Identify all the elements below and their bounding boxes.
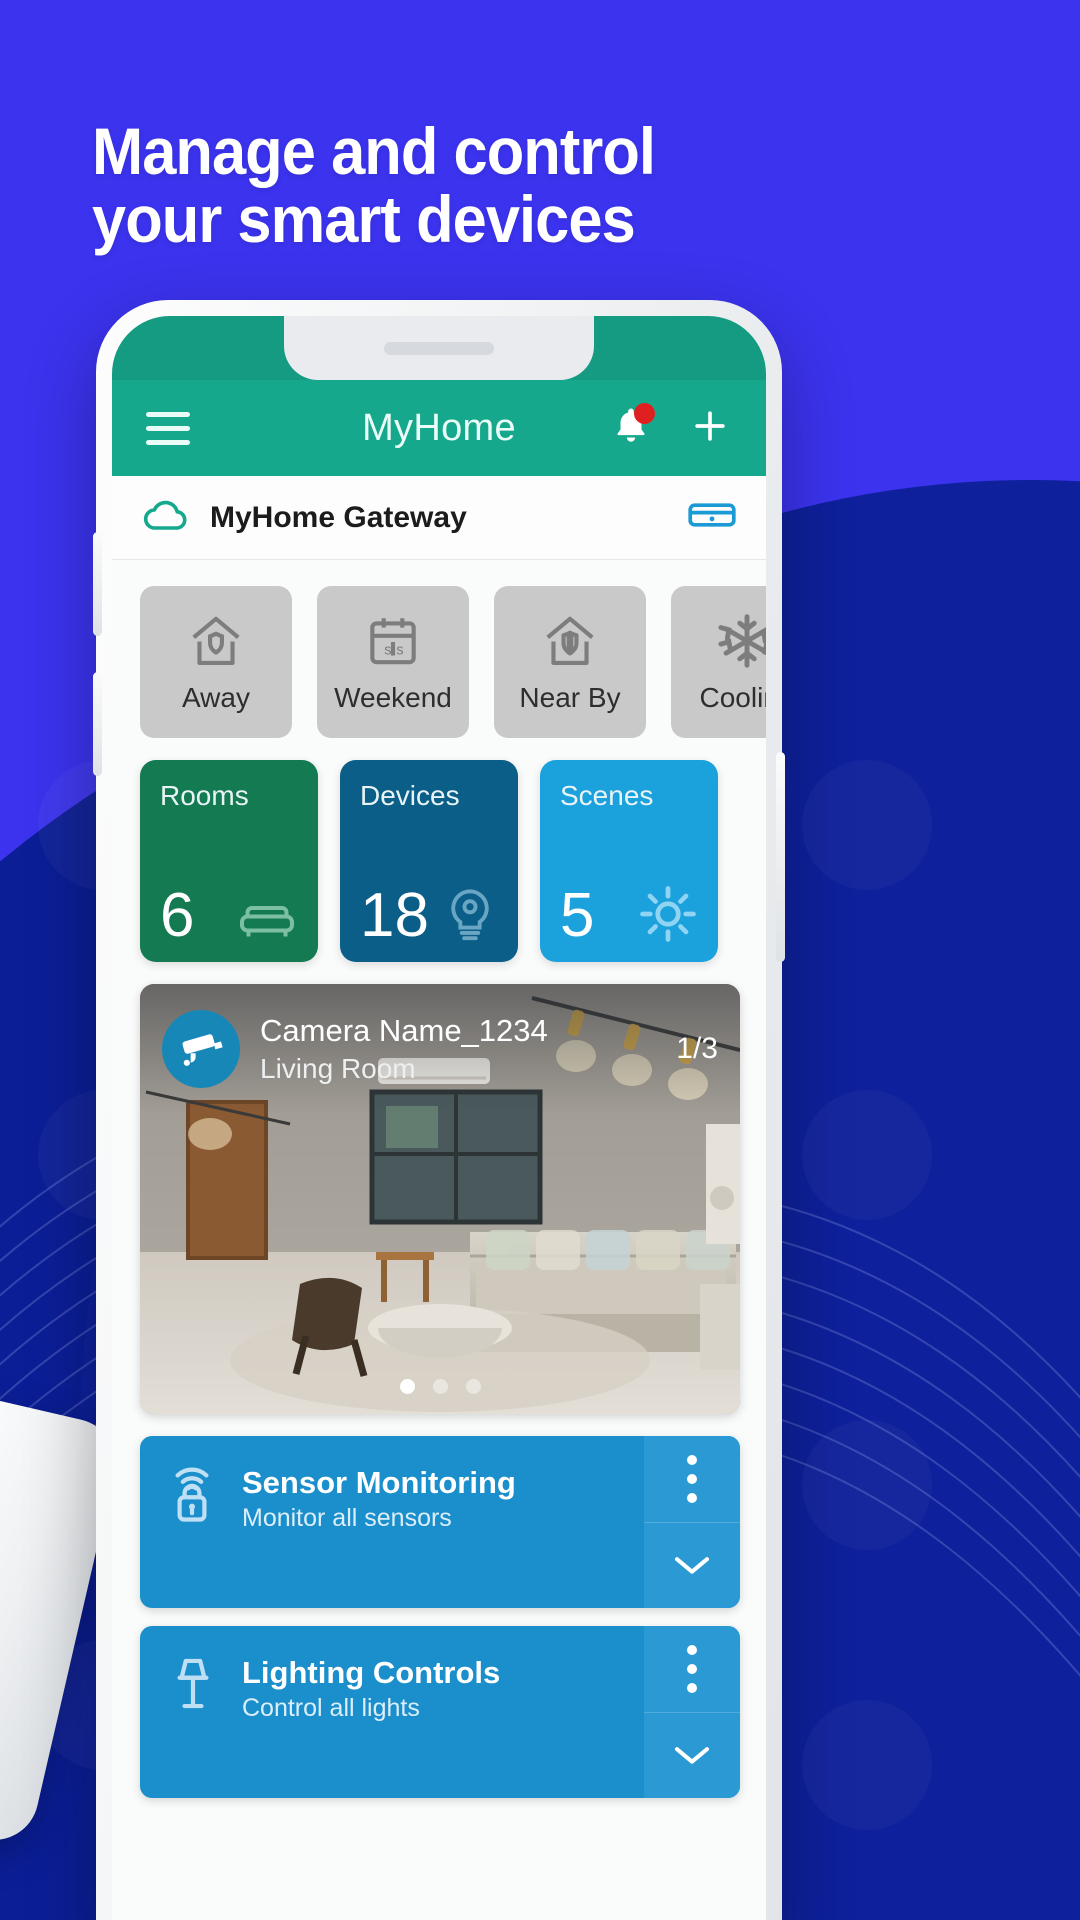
volume-down-button[interactable] [93,672,102,776]
feature-card-title: Sensor Monitoring [242,1465,516,1500]
carousel-dots[interactable] [140,1379,740,1394]
stat-card-rooms[interactable]: Rooms 6 [140,760,318,962]
plus-icon[interactable] [688,404,732,453]
stat-card-value: 6 [160,880,195,950]
camera-counter: 1/3 [676,1032,718,1065]
carousel-dot[interactable] [432,1379,448,1394]
headline-line-1: Manage and control [92,114,656,188]
stat-card-title: Devices [360,780,460,811]
feature-card-title: Lighting Controls [242,1655,501,1690]
stat-card-row[interactable]: Rooms 6 Devices 18 Scenes 5 [112,738,766,962]
carousel-dot[interactable] [465,1379,481,1394]
bell-icon[interactable] [610,402,655,453]
promo-headline: Manage and control your smart devices [92,114,762,256]
stat-card-title: Scenes [560,780,654,811]
lightbulb-icon [451,889,489,941]
kebab-menu-icon[interactable] [644,1626,740,1712]
mode-chip-label: Near By [519,682,621,713]
gateway-router-icon[interactable] [688,499,736,536]
mode-chip-cooling[interactable]: Cooling [671,586,766,738]
phone-mockup: MyHome MyHome Gateway Away s s Weekend N… [93,300,785,1920]
mode-chip-weekend[interactable]: s s Weekend [317,586,469,738]
carousel-dot[interactable] [399,1379,415,1394]
feature-card-lighting-controls[interactable]: Lighting Controls Control all lights [140,1626,740,1798]
stat-card-devices[interactable]: Devices 18 [340,760,518,962]
floor-lamp-icon [168,1652,218,1719]
volume-up-button[interactable] [93,532,102,636]
house-half-shield-icon [546,616,594,666]
kebab-menu-icon[interactable] [644,1436,740,1522]
cloud-icon [142,497,190,538]
mode-chip-nearby[interactable]: Near By [494,586,646,738]
camera-room: Living Room [260,1052,416,1084]
gateway-label: MyHome Gateway [210,500,467,534]
feature-card-sensor-monitoring[interactable]: Sensor Monitoring Monitor all sensors [140,1436,740,1608]
earpiece-speaker [384,342,494,355]
app-bar: MyHome [112,380,766,476]
hamburger-menu-icon[interactable] [146,411,190,445]
chevron-down-icon[interactable] [644,1711,740,1799]
feature-card-list: Sensor Monitoring Monitor all sensors Li… [112,1414,766,1798]
mode-chip-label: Weekend [334,682,452,713]
camera-card[interactable]: Camera Name_1234 Living Room 1/3 [140,984,740,1414]
svg-text:s: s [384,643,391,659]
feature-card-subtitle: Monitor all sensors [242,1503,452,1532]
stat-card-title: Rooms [160,780,249,811]
mode-chip-label: Cooling [699,682,766,713]
mode-chip-row[interactable]: Away s s Weekend Near By Cooli [112,560,766,738]
notification-badge [634,402,655,424]
stat-card-value: 18 [360,880,429,950]
wifi-lock-sensor-icon [168,1462,218,1529]
camera-name: Camera Name_1234 [260,1013,548,1049]
gateway-row[interactable]: MyHome Gateway [112,476,766,560]
sofa-icon [240,906,294,937]
power-button[interactable] [776,752,785,962]
headline-line-2: your smart devices [92,181,636,256]
sun-icon [640,886,696,942]
phone-screen: MyHome MyHome Gateway Away s s Weekend N… [112,316,766,1920]
cctv-camera-icon[interactable] [162,1010,240,1088]
house-shield-icon [192,616,240,666]
svg-text:s: s [396,643,403,659]
mode-chip-away[interactable]: Away [140,586,292,738]
calendar-ss-icon: s s [370,618,416,665]
stat-card-value: 5 [560,880,595,950]
stat-card-scenes[interactable]: Scenes 5 [540,760,718,962]
chevron-down-icon[interactable] [644,1521,740,1609]
snowflake-icon [718,614,766,668]
feature-card-subtitle: Control all lights [242,1693,420,1722]
mode-chip-label: Away [182,682,250,713]
